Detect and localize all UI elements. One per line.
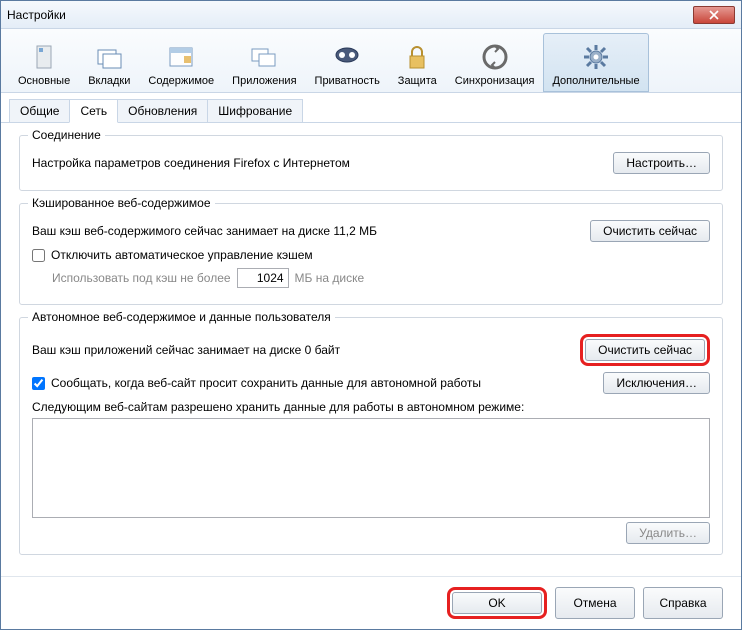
notify-offline-label: Сообщать, когда веб-сайт просит сохранит…: [51, 376, 597, 390]
notify-offline-checkbox[interactable]: [32, 377, 45, 390]
toolbar-item-privacy[interactable]: Приватность: [306, 33, 389, 92]
group-connection-legend: Соединение: [28, 128, 105, 142]
cancel-button[interactable]: Отмена: [555, 587, 635, 619]
cache-limit-unit: МБ на диске: [295, 271, 365, 285]
toolbar-item-general[interactable]: Основные: [9, 33, 79, 92]
content-area: Соединение Настройка параметров соединен…: [1, 123, 741, 576]
offline-size-text: Ваш кэш приложений сейчас занимает на ди…: [32, 343, 580, 357]
disable-cache-label: Отключить автоматическое управление кэше…: [51, 248, 313, 262]
settings-window: Настройки Основные Вкладки Содержимое Пр…: [0, 0, 742, 630]
toolbar-item-applications[interactable]: Приложения: [223, 33, 305, 92]
connection-text: Настройка параметров соединения Firefox …: [32, 156, 613, 170]
general-icon: [28, 41, 60, 73]
group-cache-legend: Кэшированное веб-содержимое: [28, 196, 215, 210]
category-toolbar: Основные Вкладки Содержимое Приложения П…: [1, 29, 741, 93]
toolbar-item-content[interactable]: Содержимое: [139, 33, 223, 92]
exceptions-button[interactable]: Исключения…: [603, 372, 710, 394]
dialog-footer: OK Отмена Справка: [1, 576, 741, 629]
toolbar-item-advanced[interactable]: Дополнительные: [543, 33, 648, 92]
group-offline-legend: Автономное веб-содержимое и данные польз…: [28, 310, 335, 324]
remove-site-button[interactable]: Удалить…: [626, 522, 710, 544]
cache-size-text: Ваш кэш веб-содержимого сейчас занимает …: [32, 224, 590, 238]
content-icon: [165, 41, 197, 73]
allowed-sites-label: Следующим веб-сайтам разрешено хранить д…: [32, 400, 710, 414]
clear-offline-button[interactable]: Очистить сейчас: [585, 339, 705, 361]
highlight-clear-offline: Очистить сейчас: [580, 334, 710, 366]
group-connection: Соединение Настройка параметров соединен…: [19, 135, 723, 191]
lock-icon: [401, 41, 433, 73]
cache-limit-input[interactable]: [237, 268, 289, 288]
toolbar-item-tabs[interactable]: Вкладки: [79, 33, 139, 92]
group-cache: Кэшированное веб-содержимое Ваш кэш веб-…: [19, 203, 723, 305]
titlebar: Настройки: [1, 1, 741, 29]
window-title: Настройки: [7, 8, 693, 22]
configure-button[interactable]: Настроить…: [613, 152, 710, 174]
tab-encryption[interactable]: Шифрование: [207, 99, 303, 122]
tab-network[interactable]: Сеть: [69, 99, 118, 123]
tab-updates[interactable]: Обновления: [117, 99, 208, 122]
toolbar-item-sync[interactable]: Синхронизация: [446, 33, 544, 92]
help-button[interactable]: Справка: [643, 587, 723, 619]
tab-general[interactable]: Общие: [9, 99, 70, 122]
cache-limit-label: Использовать под кэш не более: [52, 271, 231, 285]
sync-icon: [479, 41, 511, 73]
allowed-sites-list[interactable]: [32, 418, 710, 518]
ok-button[interactable]: OK: [452, 592, 542, 614]
highlight-ok: OK: [447, 587, 547, 619]
clear-cache-button[interactable]: Очистить сейчас: [590, 220, 710, 242]
group-offline: Автономное веб-содержимое и данные польз…: [19, 317, 723, 555]
gear-icon: [580, 41, 612, 73]
applications-icon: [248, 41, 280, 73]
privacy-icon: [331, 41, 363, 73]
sub-tabs: Общие Сеть Обновления Шифрование: [1, 95, 741, 123]
disable-cache-checkbox[interactable]: [32, 249, 45, 262]
close-icon: [709, 10, 719, 20]
close-button[interactable]: [693, 6, 735, 24]
toolbar-item-security[interactable]: Защита: [389, 33, 446, 92]
tabs-icon: [93, 41, 125, 73]
